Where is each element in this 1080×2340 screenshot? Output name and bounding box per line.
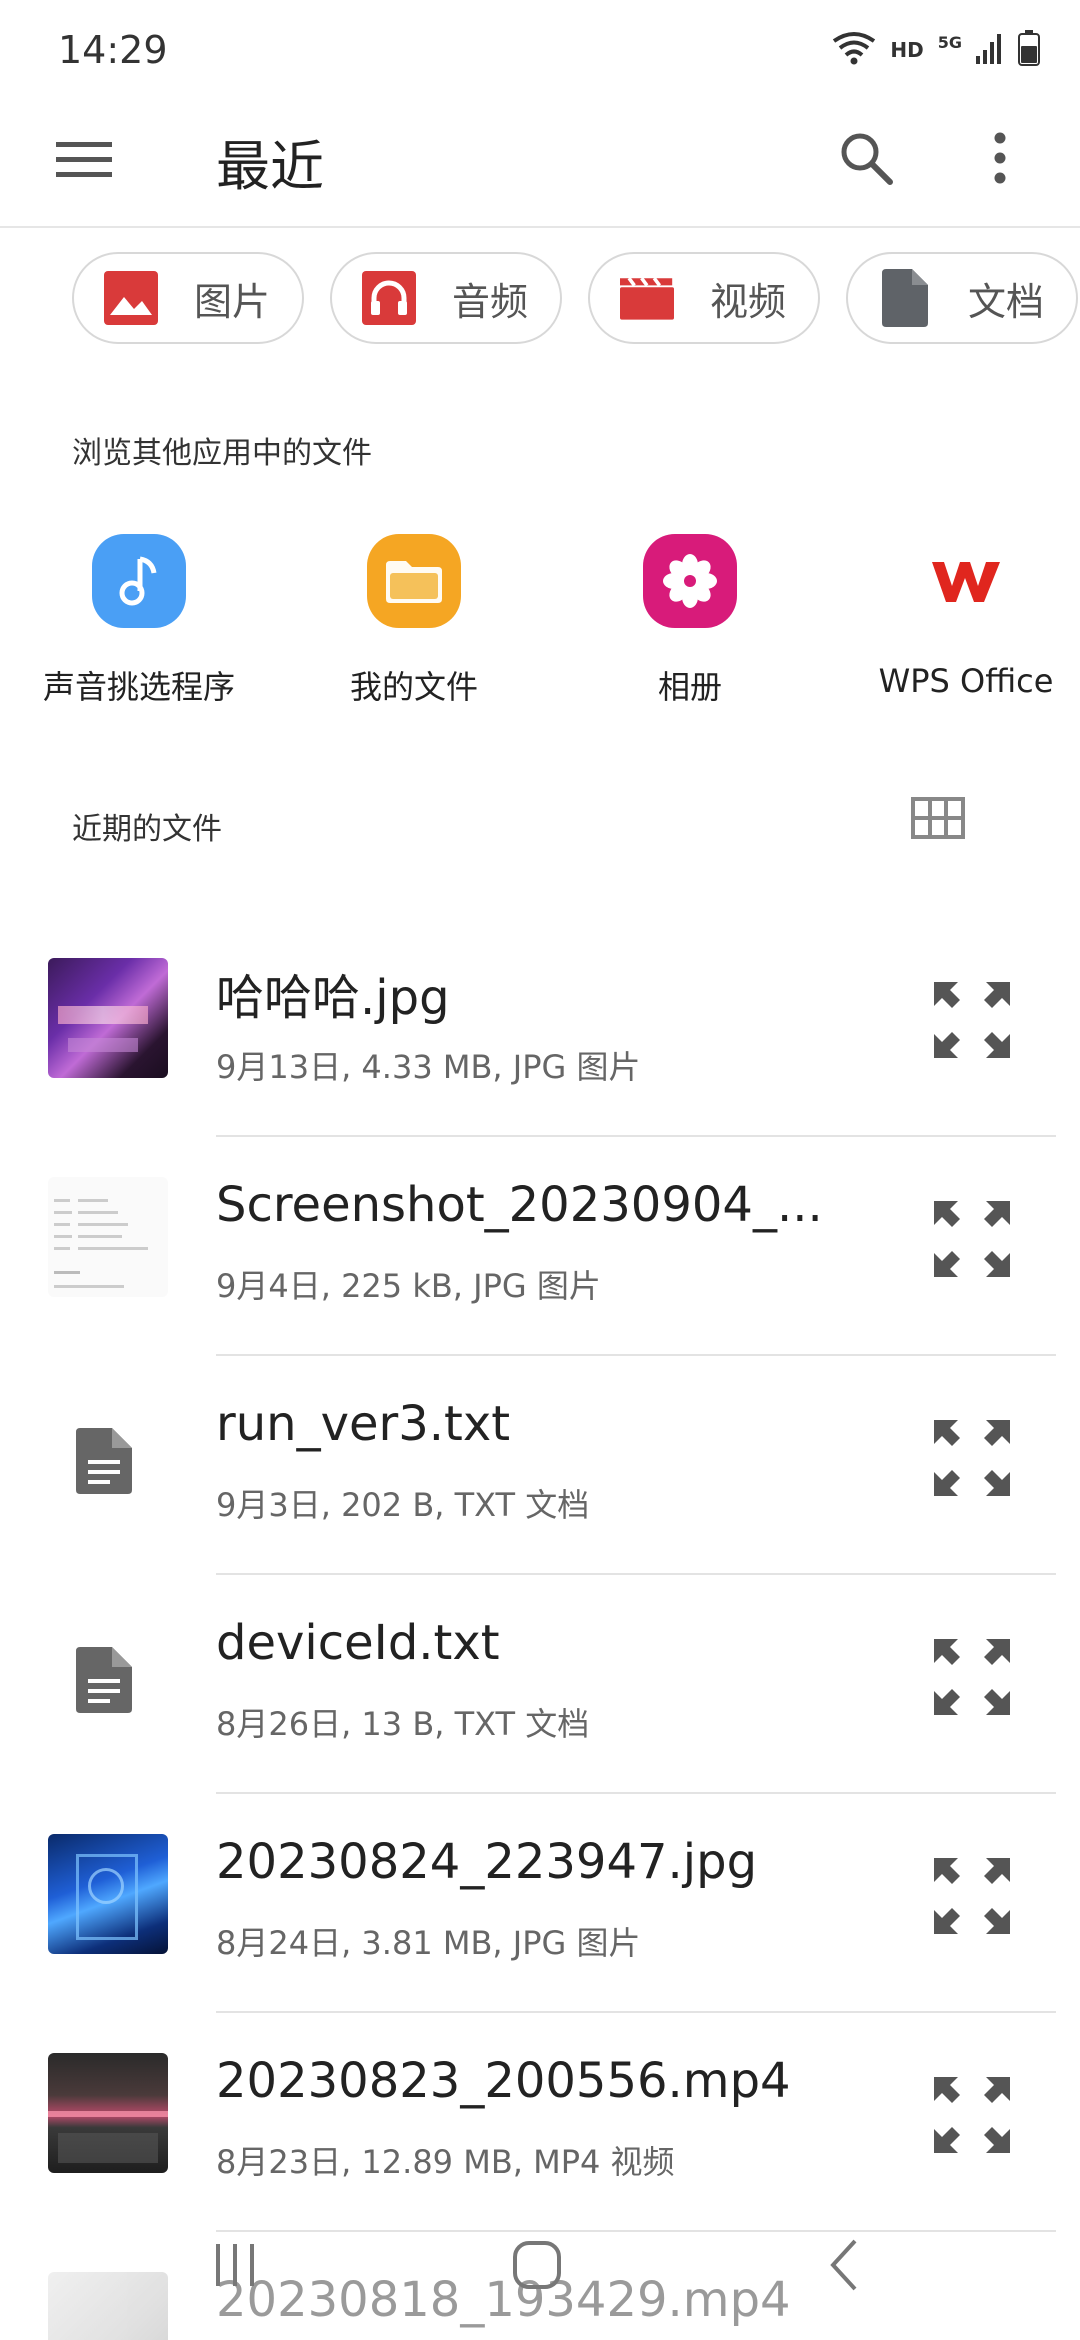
page-title: 最近: [216, 135, 324, 198]
file-name: 哈哈哈.jpg: [216, 970, 450, 1026]
file-name: run_ver3.txt: [216, 1396, 511, 1452]
chip-label: 图片: [194, 279, 271, 324]
app-label: WPS Office: [878, 662, 1054, 700]
recent-section-title: 近期的文件: [72, 812, 222, 847]
expand-button[interactable]: [932, 980, 1012, 1060]
search-button[interactable]: [830, 124, 902, 196]
app-gallery[interactable]: 相册: [555, 534, 825, 708]
app-label: 我的文件: [349, 668, 478, 706]
app-label: 声音挑选程序: [42, 668, 235, 706]
list-item[interactable]: 20230824_223947.jpg 8月24日, 3.81 MB, JPG …: [0, 1794, 1080, 2013]
more-options-button[interactable]: [968, 124, 1032, 196]
app-label: 相册: [657, 668, 722, 706]
signal-icon: [976, 32, 1004, 68]
status-icons: HD 5G: [832, 30, 1040, 70]
wps-logo-icon: [919, 534, 1013, 628]
music-note-icon: [92, 534, 186, 628]
recent-apps-button[interactable]: [190, 2232, 280, 2302]
headphones-icon: [362, 271, 416, 325]
category-chips: 图片 音频 视频 文档: [72, 252, 1078, 344]
image-icon: [104, 271, 158, 325]
file-meta: 8月23日, 12.89 MB, MP4 视频: [216, 2143, 675, 2181]
expand-button[interactable]: [932, 1418, 1012, 1498]
list-item[interactable]: deviceId.txt 8月26日, 13 B, TXT 文档: [0, 1575, 1080, 1794]
hamburger-menu-icon: [56, 140, 112, 184]
text-file-icon: [76, 1647, 140, 1713]
grid-view-button[interactable]: [906, 792, 970, 848]
search-icon: [838, 130, 894, 190]
expand-icon: [932, 2077, 1012, 2159]
expand-icon: [932, 1858, 1012, 1940]
menu-button[interactable]: [52, 130, 116, 194]
chip-video[interactable]: 视频: [588, 252, 820, 344]
file-meta: 9月13日, 4.33 MB, JPG 图片: [216, 1048, 641, 1086]
list-item[interactable]: Screenshot_20230904_... 9月4日, 225 kB, JP…: [0, 1137, 1080, 1356]
expand-icon: [932, 982, 1012, 1064]
thumbnail-image: [48, 958, 168, 1078]
expand-icon: [932, 1420, 1012, 1502]
expand-button[interactable]: [932, 1856, 1012, 1936]
browse-section-title: 浏览其他应用中的文件: [72, 436, 372, 471]
file-name: 20230823_200556.mp4: [216, 2053, 791, 2109]
flower-icon: [643, 534, 737, 628]
file-name: 20230824_223947.jpg: [216, 1834, 758, 1890]
thumbnail-image: [48, 1834, 168, 1954]
expand-icon: [932, 1639, 1012, 1721]
navigation-bar: [0, 2210, 1080, 2320]
file-meta: 9月3日, 202 B, TXT 文档: [216, 1486, 590, 1524]
clapperboard-icon: [620, 271, 674, 325]
chip-documents[interactable]: 文档: [846, 252, 1078, 344]
expand-button[interactable]: [932, 1199, 1012, 1279]
network-label: 5G: [937, 32, 962, 52]
thumbnail-image: [48, 1177, 168, 1297]
file-meta: 9月4日, 225 kB, JPG 图片: [216, 1267, 601, 1305]
battery-icon: [1018, 30, 1040, 70]
screen: 14:29 HD 5G 最近 图片 音频 视频 文档 浏览其他应用中的文件 声音…: [0, 0, 1080, 2340]
file-meta: 8月26日, 13 B, TXT 文档: [216, 1705, 590, 1743]
back-button[interactable]: [800, 2232, 890, 2302]
wifi-icon: [832, 31, 876, 69]
app-bar: 最近: [0, 100, 1080, 228]
back-icon: [825, 2237, 865, 2297]
chip-label: 文档: [968, 279, 1045, 324]
text-file-icon: [76, 1428, 140, 1494]
thumbnail-image: [48, 2053, 168, 2173]
document-icon: [878, 269, 932, 327]
list-item[interactable]: 20230823_200556.mp4 8月23日, 12.89 MB, MP4…: [0, 2013, 1080, 2232]
chip-label: 视频: [710, 279, 787, 324]
chip-label: 音频: [452, 279, 529, 324]
app-wps-office[interactable]: WPS Office: [831, 534, 1080, 700]
file-name: Screenshot_20230904_...: [216, 1177, 823, 1233]
folder-icon: [367, 534, 461, 628]
expand-button[interactable]: [932, 1637, 1012, 1717]
file-name: deviceId.txt: [216, 1615, 500, 1671]
file-meta: 8月24日, 3.81 MB, JPG 图片: [216, 1924, 641, 1962]
status-bar: 14:29 HD 5G: [0, 0, 1080, 100]
chip-audio[interactable]: 音频: [330, 252, 562, 344]
recent-files-list: 哈哈哈.jpg 9月13日, 4.33 MB, JPG 图片 Screensho…: [0, 918, 1080, 2340]
hd-label: HD: [890, 38, 924, 62]
app-sound-picker[interactable]: 声音挑选程序: [4, 534, 274, 708]
app-my-files[interactable]: 我的文件: [279, 534, 549, 708]
expand-button[interactable]: [932, 2075, 1012, 2155]
recent-apps-icon: [210, 2240, 260, 2294]
home-icon: [511, 2239, 563, 2295]
chip-images[interactable]: 图片: [72, 252, 304, 344]
grid-view-icon: [911, 797, 965, 843]
status-time: 14:29: [58, 28, 168, 72]
expand-icon: [932, 1201, 1012, 1283]
home-button[interactable]: [492, 2232, 582, 2302]
more-vertical-icon: [993, 132, 1007, 188]
list-item[interactable]: run_ver3.txt 9月3日, 202 B, TXT 文档: [0, 1356, 1080, 1575]
list-item[interactable]: 哈哈哈.jpg 9月13日, 4.33 MB, JPG 图片: [0, 918, 1080, 1137]
